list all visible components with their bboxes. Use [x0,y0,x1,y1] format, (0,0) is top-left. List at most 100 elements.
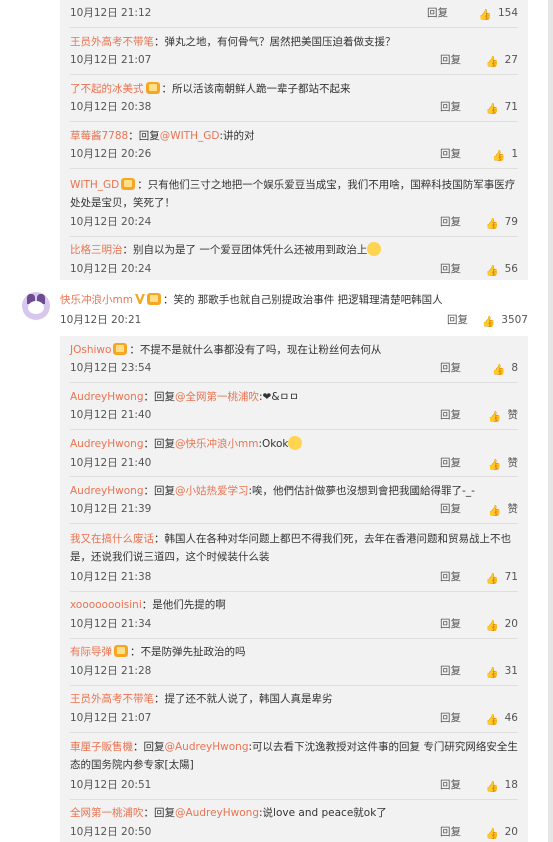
reply-button[interactable]: 回复 [440,569,461,585]
divider [70,236,518,237]
reply-date: 10月12日 20:26 [70,148,152,160]
reply-username[interactable]: 有际导弹 [70,646,112,658]
like-button[interactable]: 👍 赞 [468,455,518,473]
like-button[interactable]: 👍 27 [468,52,518,70]
like-button[interactable]: 👍 18 [468,777,518,795]
reply-date: 10月12日 21:07 [70,712,152,724]
reply-button[interactable]: 回复 [440,455,461,471]
verified-v-icon [134,294,145,304]
mention-link[interactable]: @快乐冲浪小mm [175,438,258,450]
reply-item: WITH_GD ：只有他们三寸之地把一个娱乐爱豆当成宝，我们不用啥，国粹科技国防军… [70,176,518,237]
reply-button[interactable]: 回复 [440,99,461,115]
reply-username[interactable]: JOshiwo [70,344,111,356]
like-button[interactable]: 👍 46 [468,710,518,728]
divider [70,799,518,800]
reply-text: 所以活该南朝鲜人跪一辈子都站不起来 [172,83,351,95]
reply-button[interactable]: 回复 [440,52,461,68]
reply-username[interactable]: 草莓酱7788 [70,130,128,142]
like-button[interactable]: 👍 31 [468,663,518,681]
reply-content: 了不起的冰美式 ：所以活该南朝鲜人跪一辈子都站不起来 [70,82,351,95]
reply-username[interactable]: 王员外高考不带笔 [70,36,154,48]
reply-button[interactable]: 回复 [440,214,461,230]
reply-item: 比格三明治：别自以为是了 一个爱豆团体凭什么还被用到政治上 10月12日 20:… [70,242,518,277]
reply-button[interactable]: 回复 [440,407,461,423]
reply-meta: 10月12日 20:50 回复 👍 20 [70,824,518,840]
like-count: 79 [504,216,518,228]
reply-button[interactable]: 回复 [440,777,461,793]
mention-link[interactable]: @WITH_GD [160,130,220,142]
like-button[interactable]: 👍 1 [468,146,518,164]
thumbs-up-icon: 👍 [485,667,499,679]
like-button[interactable]: 👍 赞 [468,407,518,425]
reply-meta: 10月12日 20:24 回复 👍 56 [70,261,518,277]
divider [70,476,518,477]
reply-text: 弹丸之地，有何骨气？居然把美国压迫着做支援？ [164,36,396,48]
like-button[interactable]: 👍 赞 [468,501,518,519]
reply-username[interactable]: xoooooooisini [70,599,142,611]
reply-meta: 10月12日 21:07 回复 👍 46 [70,710,518,726]
reply-username[interactable]: 了不起的冰美式 [70,83,144,95]
reply-date: 10月12日 23:54 [70,362,152,374]
like-button[interactable]: 👍 71 [468,569,518,587]
reply-item: AudreyHwong：回复@快乐冲浪小mm:Okok 10月12日 21:40… [70,436,518,477]
reply-username[interactable]: WITH_GD [70,179,119,191]
reply-button[interactable]: 回复 [440,710,461,726]
reply-button[interactable]: 回复 [440,501,461,517]
reply-content: AudreyHwong：回复@小姑热爱学习:唉，他們估計做夢也沒想到會把我國給得… [70,485,475,497]
reply-meta: 10月12日 21:40 回复 👍 赞 [70,407,518,423]
avatar[interactable] [22,292,50,320]
mention-link[interactable]: @全网第一桃浦吹 [175,391,259,403]
reply-username[interactable]: 王员外高考不带笔 [70,693,154,705]
reply-content: WITH_GD ：只有他们三寸之地把一个娱乐爱豆当成宝，我们不用啥，国粹科技国防军… [70,178,516,209]
main-comment-username[interactable]: 快乐冲浪小mm [60,294,133,306]
reply-button[interactable]: 回复 [440,663,461,679]
like-button[interactable]: 👍 79 [468,214,518,232]
thumbs-up-icon: 👍 [485,218,499,230]
like-count: 赞 [507,503,519,515]
mention-link[interactable]: @AudreyHwong [165,741,249,753]
like-count: 8 [511,362,518,374]
reply-button[interactable]: 回复 [447,312,468,328]
like-button[interactable]: 👍 20 [468,824,518,842]
reply-username[interactable]: AudreyHwong [70,391,144,403]
like-button[interactable]: 👍 154 [468,5,518,23]
avatar-face [28,301,44,314]
reply-button[interactable]: 回复 [440,261,461,277]
divider [70,168,518,169]
scrollbar[interactable] [548,0,553,842]
reply-username[interactable]: AudreyHwong [70,438,144,450]
thumbs-up-icon: 👍 [488,505,502,517]
like-button[interactable]: 👍 20 [468,616,518,634]
reply-button[interactable]: 回复 [440,824,461,840]
reply-button[interactable]: 回复 [440,146,461,162]
thumbs-up-icon: 👍 [488,411,502,423]
mention-link[interactable]: @小姑热爱学习 [175,485,249,497]
mention-link[interactable]: @AudreyHwong [175,807,259,819]
emoji-icon [288,436,303,450]
reply-username[interactable]: 我又在搞什么废话 [70,533,154,545]
thumbs-up-icon: 👍 [485,828,499,840]
reply-button[interactable]: 回复 [440,616,461,632]
reply-text: 别自以为是了 一个爱豆团体凭什么还被用到政治上 [133,244,368,256]
reply-username[interactable]: 車厘子販售機 [70,741,133,753]
divider [70,591,518,592]
like-button[interactable]: 👍 56 [468,261,518,279]
divider [70,732,518,733]
like-button[interactable]: 👍 3507 [474,312,528,330]
like-button[interactable]: 👍 71 [468,99,518,117]
reply-date: 10月12日 21:12 [70,7,152,19]
reply-username[interactable]: AudreyHwong [70,485,144,497]
reply-username[interactable]: 全网第一桃浦吹 [70,807,144,819]
vip-badge-icon [114,645,128,657]
reply-username[interactable]: 比格三明治 [70,244,123,256]
like-button[interactable]: 👍 8 [468,360,518,378]
reply-button[interactable]: 回复 [440,360,461,376]
reply-date: 10月12日 21:40 [70,409,152,421]
reply-content: 有际导弹 ：不是防弹先扯政治的吗 [70,645,246,658]
reply-button[interactable]: 回复 [427,5,448,21]
reply-date: 10月12日 21:38 [70,571,152,583]
like-count: 27 [504,54,518,66]
thumbs-up-icon: 👍 [485,573,499,585]
like-count: 1 [511,148,518,160]
reply-content: JOshiwo ：不提不是就什么事都没有了吗，现在让粉丝何去何从 [70,343,382,356]
